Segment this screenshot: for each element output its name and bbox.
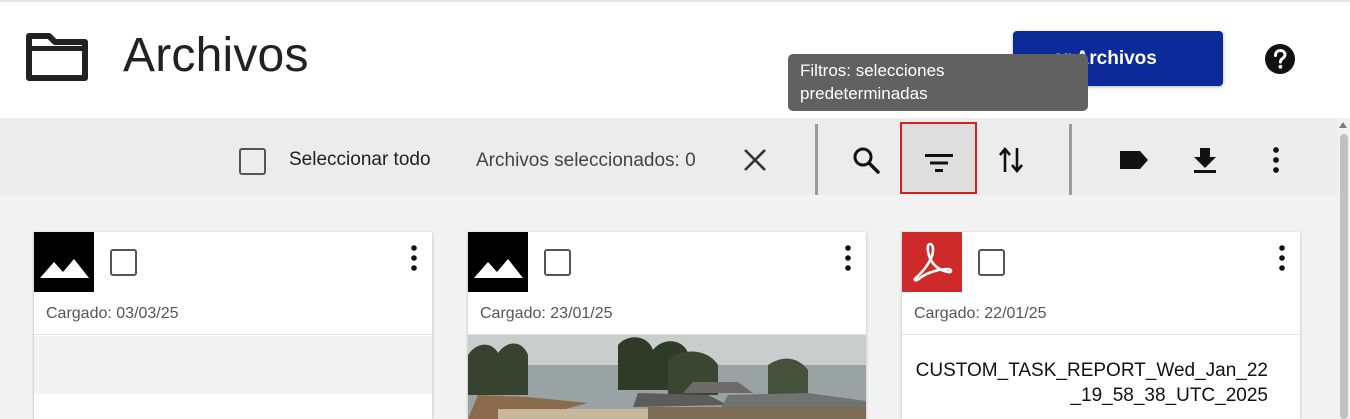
tag-icon[interactable] — [1118, 149, 1150, 171]
scroll-up-arrow[interactable] — [1339, 122, 1347, 128]
filter-tooltip: Filtros: selecciones predeterminadas — [788, 54, 1088, 111]
file-card[interactable]: Cargado: 22/01/25 CUSTOM_TASK_REPORT_Wed… — [902, 232, 1300, 419]
photo-preview[interactable] — [468, 335, 866, 419]
card-preview-placeholder — [34, 336, 432, 394]
toolbar-divider — [1069, 124, 1072, 195]
download-icon[interactable] — [1192, 146, 1218, 174]
file-card[interactable]: Cargado: 23/01/25 — [468, 232, 866, 419]
card-header: Cargado: 23/01/25 — [468, 232, 866, 335]
filter-button[interactable] — [900, 122, 977, 194]
search-icon[interactable] — [852, 146, 880, 174]
page-title: Archivos — [123, 29, 309, 82]
card-more-icon[interactable] — [406, 244, 422, 272]
image-icon — [468, 232, 528, 292]
card-header: Cargado: 03/03/25 — [34, 232, 432, 335]
upload-date: Cargado: 22/01/25 — [914, 305, 1047, 322]
more-vert-icon[interactable] — [1270, 146, 1282, 174]
card-more-icon[interactable] — [1274, 244, 1290, 272]
select-all-checkbox[interactable] — [239, 148, 266, 175]
selected-count: Archivos seleccionados: 0 — [476, 150, 696, 171]
page-header: Archivos ar Archivos — [0, 2, 1350, 118]
sort-icon[interactable] — [998, 146, 1024, 174]
filter-icon — [925, 154, 953, 172]
toolbar-divider — [815, 124, 818, 195]
help-icon[interactable] — [1264, 43, 1296, 75]
card-checkbox[interactable] — [978, 249, 1005, 276]
upload-date: Cargado: 03/03/25 — [46, 305, 179, 322]
folder-icon — [26, 33, 88, 81]
card-header: Cargado: 22/01/25 — [902, 232, 1300, 335]
select-all-label[interactable]: Seleccionar todo — [289, 149, 431, 171]
scroll-thumb[interactable] — [1340, 134, 1348, 419]
card-checkbox[interactable] — [544, 249, 571, 276]
file-card[interactable]: Cargado: 03/03/25 — [34, 232, 432, 419]
upload-date: Cargado: 23/01/25 — [480, 305, 613, 322]
file-name[interactable]: CUSTOM_TASK_REPORT_Wed_Jan_22_19_58_38_U… — [914, 358, 1268, 408]
card-checkbox[interactable] — [110, 249, 137, 276]
image-icon — [34, 232, 94, 292]
card-more-icon[interactable] — [840, 244, 856, 272]
selection-toolbar: Seleccionar todo Archivos seleccionados:… — [0, 118, 1337, 195]
close-icon[interactable] — [742, 147, 768, 173]
pdf-icon — [902, 232, 962, 292]
